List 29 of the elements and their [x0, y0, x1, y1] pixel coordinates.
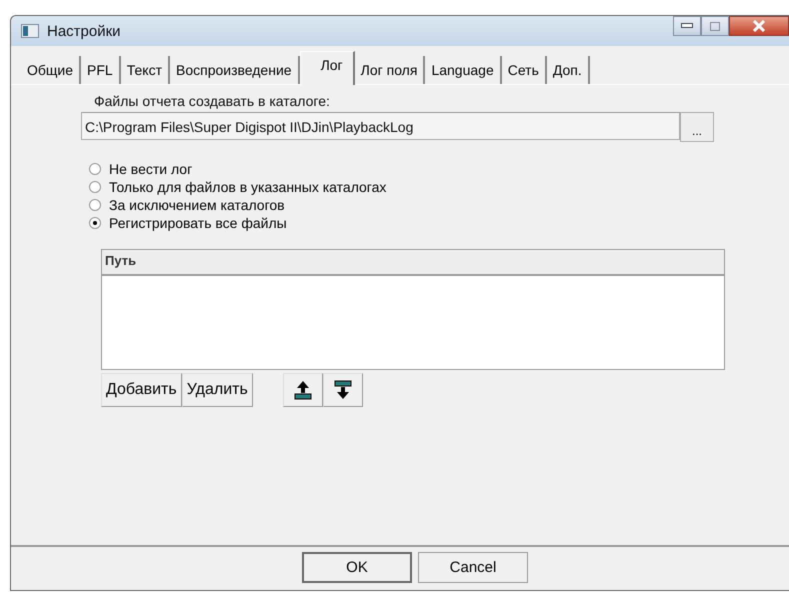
- tab[interactable]: Лог: [300, 51, 355, 85]
- list-button[interactable]: Добавить: [101, 373, 182, 407]
- radio-option[interactable]: За исключением каталогов: [89, 196, 789, 213]
- up-arrow-icon: [292, 380, 313, 400]
- radio-button[interactable]: [89, 198, 101, 210]
- path-list[interactable]: Путь: [101, 249, 725, 370]
- radio-button[interactable]: [89, 162, 101, 174]
- radio-button[interactable]: [89, 180, 101, 192]
- maximize-icon: [710, 22, 720, 30]
- folder-label: Файлы отчета создавать в каталоге:: [94, 93, 331, 109]
- minimize-icon: [681, 23, 693, 29]
- column-header[interactable]: Путь: [102, 250, 724, 276]
- radio-option[interactable]: Регистрировать все файлы: [89, 214, 789, 231]
- close-icon: [752, 20, 766, 32]
- radio-option[interactable]: Только для файлов в указанных каталогах: [89, 178, 789, 195]
- radio-option[interactable]: Не вести лог: [89, 160, 789, 177]
- move-down-button[interactable]: [322, 373, 363, 407]
- dialog-button[interactable]: Cancel: [418, 552, 528, 583]
- close-button[interactable]: [729, 16, 789, 36]
- radio-button[interactable]: [89, 216, 101, 228]
- dialog-button[interactable]: OK: [302, 552, 412, 583]
- down-arrow-icon: [332, 380, 353, 400]
- list-button[interactable]: Удалить: [182, 373, 253, 407]
- minimize-button[interactable]: [673, 16, 701, 36]
- move-up-button[interactable]: [282, 373, 323, 407]
- browse-button[interactable]: ...: [680, 112, 714, 142]
- path-field[interactable]: C:\Program Files\Super Digispot II\DJin\PlaybackLog: [81, 112, 680, 140]
- app-icon: [21, 24, 39, 38]
- window-title: Настройки: [47, 22, 122, 40]
